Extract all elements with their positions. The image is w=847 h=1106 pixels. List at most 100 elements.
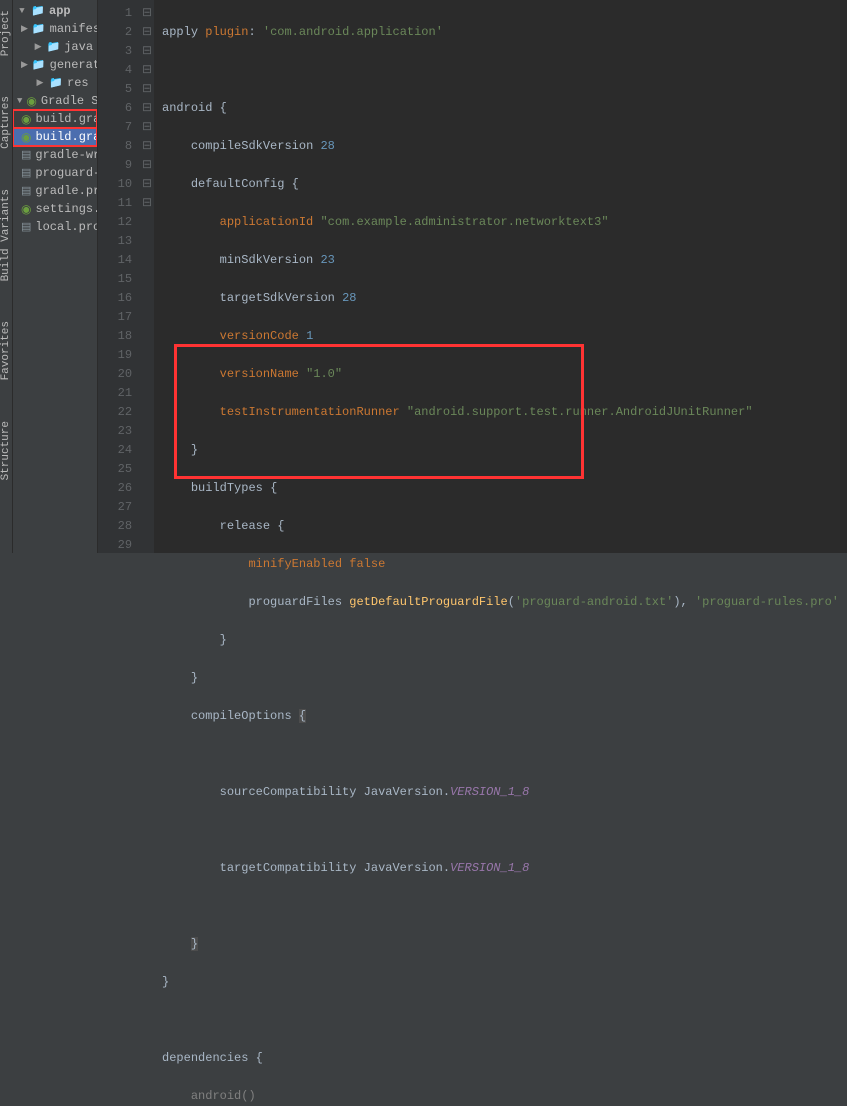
properties-file-icon xyxy=(21,184,31,198)
code-token: getDefaultProguardFile xyxy=(349,595,507,609)
code-token: versionCode xyxy=(220,329,299,343)
captures-tab[interactable]: Captures xyxy=(0,91,12,154)
code-token: 'com.android.application' xyxy=(263,25,443,39)
code-token: { xyxy=(220,101,227,115)
code-token: buildTypes xyxy=(191,481,263,495)
code-token: JavaVersion xyxy=(364,861,443,875)
tree-item-settings-gradle[interactable]: settings.gradle (Pro xyxy=(13,200,97,218)
code-token: VERSION_1_8 xyxy=(450,861,529,875)
tree-label: Gradle Scripts xyxy=(41,94,98,108)
module-icon xyxy=(31,4,45,18)
code-token: plugin xyxy=(205,25,248,39)
tree-item-build-gradle-project[interactable]: build.gradle (Project xyxy=(13,110,97,128)
properties-file-icon xyxy=(21,220,31,234)
code-token: false xyxy=(349,557,385,571)
code-token: { xyxy=(256,1051,263,1065)
tree-label: manifests xyxy=(50,22,98,36)
fold-gutter: ⊟⊟⊟⊟⊟⊟⊟⊟⊟⊟⊟ xyxy=(140,0,154,553)
tree-item-manifests[interactable]: manifests xyxy=(13,20,97,38)
code-token: apply xyxy=(162,25,198,39)
properties-file-icon xyxy=(21,148,31,162)
code-token: 28 xyxy=(342,291,356,305)
code-token: compileOptions xyxy=(191,709,292,723)
tree-label: build.gradle xyxy=(35,112,98,126)
tool-window-tabs: Project Captures Build Variants Favorite… xyxy=(0,0,13,553)
folder-icon xyxy=(47,40,61,54)
code-token: applicationId xyxy=(220,215,314,229)
folder-icon xyxy=(32,58,46,72)
code-token: VERSION_1_8 xyxy=(450,785,529,799)
gradle-icon xyxy=(26,94,36,108)
code-token: minifyEnabled xyxy=(248,557,342,571)
tree-item-generated-java[interactable]: generatedJava xyxy=(13,56,97,74)
code-token: "1.0" xyxy=(306,367,342,381)
code-token: { xyxy=(277,519,284,533)
tree-label: proguard-rules.pro xyxy=(35,166,98,180)
code-content[interactable]: apply plugin: 'com.android.application' … xyxy=(154,0,847,553)
tree-label: java xyxy=(64,40,93,54)
tree-label: build.gradle xyxy=(35,130,98,144)
code-token: targetSdkVersion xyxy=(220,291,335,305)
gradle-file-icon xyxy=(21,112,31,126)
code-token: JavaVersion xyxy=(364,785,443,799)
code-editor[interactable]: 1234567891011121314151617181920212223242… xyxy=(98,0,847,553)
expand-arrow-icon[interactable] xyxy=(21,60,28,70)
tree-item-res[interactable]: res xyxy=(13,74,97,92)
build-variants-tab[interactable]: Build Variants xyxy=(0,184,12,286)
tree-label: local.properties xyxy=(35,220,98,234)
code-token: } xyxy=(220,633,227,647)
expand-arrow-icon[interactable] xyxy=(21,24,28,34)
project-tab[interactable]: Project xyxy=(0,5,12,61)
tree-item-app[interactable]: app xyxy=(13,2,97,20)
structure-tab[interactable]: Structure xyxy=(0,416,12,485)
tree-label: settings.gradle xyxy=(35,202,98,216)
tree-item-gradle-scripts[interactable]: Gradle Scripts xyxy=(13,92,97,110)
code-token: { xyxy=(270,481,277,495)
code-token: } xyxy=(191,671,198,685)
code-token: android xyxy=(162,101,212,115)
tree-item-build-gradle-module[interactable]: build.gradle (Modul xyxy=(13,128,97,146)
code-token: } xyxy=(191,443,198,457)
code-token: 28 xyxy=(320,139,334,153)
tree-item-proguard-rules[interactable]: proguard-rules.pro xyxy=(13,164,97,182)
tree-label: gradle-wrapper.pro xyxy=(35,148,98,162)
project-sidebar: app manifests java generatedJava res xyxy=(13,0,98,553)
tree-item-gradle-wrapper[interactable]: gradle-wrapper.pro xyxy=(13,146,97,164)
expand-arrow-icon[interactable] xyxy=(34,42,43,52)
gradle-file-icon xyxy=(21,130,31,144)
code-token: targetCompatibility xyxy=(220,861,357,875)
code-token: 'proguard-rules.pro' xyxy=(695,595,839,609)
tree-item-gradle-properties[interactable]: gradle.properties (P xyxy=(13,182,97,200)
code-token: } xyxy=(162,975,169,989)
favorites-tab[interactable]: Favorites xyxy=(0,316,12,385)
tree-label: gradle.properties xyxy=(35,184,98,198)
folder-icon xyxy=(49,76,63,90)
code-token: android() xyxy=(191,1089,256,1103)
code-token: } xyxy=(191,937,198,951)
code-token: testInstrumentationRunner xyxy=(220,405,400,419)
gradle-file-icon xyxy=(21,202,31,216)
expand-arrow-icon[interactable] xyxy=(17,96,22,106)
tree-item-java[interactable]: java xyxy=(13,38,97,56)
code-token: dependencies xyxy=(162,1051,248,1065)
code-token: "com.example.administrator.networktext3" xyxy=(320,215,608,229)
tree-label: generatedJava xyxy=(50,58,98,72)
code-token: 1 xyxy=(306,329,313,343)
code-token: 'proguard-android.txt' xyxy=(515,595,673,609)
expand-arrow-icon[interactable] xyxy=(17,6,27,16)
file-icon xyxy=(21,166,31,180)
code-token: { xyxy=(292,177,299,191)
code-token: versionName xyxy=(220,367,299,381)
code-token: proguardFiles xyxy=(248,595,342,609)
code-token: minSdkVersion xyxy=(220,253,314,267)
code-token: sourceCompatibility xyxy=(220,785,357,799)
folder-icon xyxy=(32,22,46,36)
code-token: 23 xyxy=(320,253,334,267)
code-token: defaultConfig xyxy=(191,177,285,191)
tree-label: app xyxy=(49,4,71,18)
tree-item-local-properties[interactable]: local.properties (SD xyxy=(13,218,97,236)
line-number-gutter: 1234567891011121314151617181920212223242… xyxy=(98,0,140,553)
code-token: release xyxy=(220,519,270,533)
expand-arrow-icon[interactable] xyxy=(35,78,45,88)
project-tree: app manifests java generatedJava res xyxy=(13,0,97,238)
